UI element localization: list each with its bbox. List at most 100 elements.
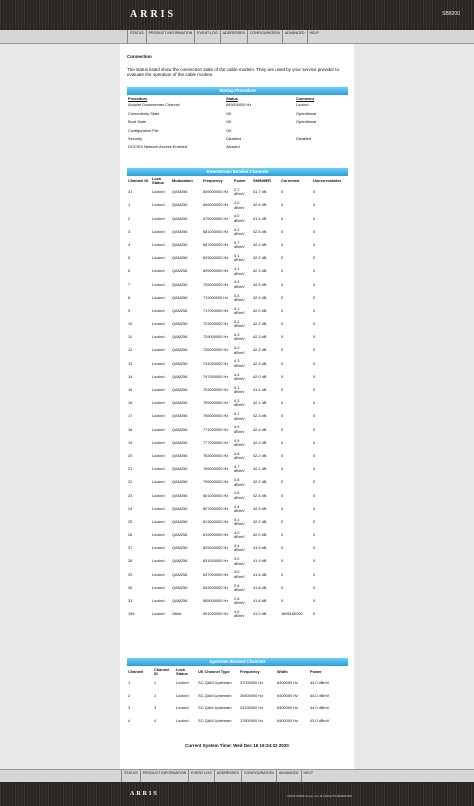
- table-cell: Security: [128, 135, 143, 141]
- table-row: 28 Locked QAM256 831000000 Hz 3.0 dBmV 41.9 d…: [127, 555, 348, 568]
- column-header: Channel: [128, 669, 144, 675]
- table-cell: 4.4 dBmV: [234, 292, 245, 302]
- table-cell: 0: [281, 387, 284, 393]
- table-row: Connectivity State OK Operational: [127, 110, 348, 118]
- table-cell: 4.3 dBmV: [234, 398, 245, 408]
- table-cell: 843000000 Hz: [203, 584, 229, 590]
- table-cell: 0: [313, 334, 316, 340]
- table-cell: Locked: [176, 717, 189, 723]
- table-row: 31 Locked QAM256 849000000 Hz 2.7 dBmV 41.7 d…: [127, 186, 348, 199]
- nav-link-configuration[interactable]: CONFIGURATION: [246, 30, 282, 44]
- table-cell: 4.8 dBmV: [234, 490, 245, 500]
- table-cell: DOCSIS Network Access Enabled: [128, 144, 188, 150]
- table-cell: 0: [281, 360, 284, 366]
- table-cell: 855000000 Hz: [203, 598, 229, 604]
- table-row: 8 Locked QAM256 711000000 Hz 4.4 dBmV 42.4 dB…: [127, 291, 348, 304]
- column-header: Lock Status: [152, 176, 164, 186]
- table-cell: 849000000 Hz: [226, 102, 252, 108]
- table-cell: 6400000 Hz: [277, 717, 298, 723]
- table-cell: 21: [128, 466, 133, 472]
- table-cell: QAM256: [172, 584, 188, 590]
- table-cell: 0: [281, 373, 284, 379]
- nav-link-advanced[interactable]: ADVANCED: [281, 30, 307, 44]
- table-cell: 42.3 dB: [253, 268, 267, 274]
- table-cell: 681000000 Hz: [203, 228, 229, 234]
- table-cell: 17800000 Hz: [240, 717, 264, 723]
- table-cell: QAM256: [172, 255, 188, 261]
- table-cell: Locked: [152, 307, 165, 313]
- table-row: 3 3 Locked SC-QAM Upstream 24200000 Hz 640000…: [127, 702, 348, 715]
- table-cell: 9: [128, 307, 131, 313]
- table-row: Security Disabled Disabled: [127, 135, 348, 143]
- table-cell: Locked: [152, 466, 165, 472]
- table-cell: 6400000 Hz: [277, 692, 298, 698]
- table-row: 33 Locked QAM256 855000000 Hz 2.8 dBmV 41.8 d…: [127, 595, 348, 608]
- table-cell: 4.0 dBmV: [234, 529, 245, 540]
- table-cell: 4.1 dBmV: [234, 305, 245, 316]
- table-cell: SC-QAM Upstream: [198, 679, 232, 685]
- table-cell: QAM256: [172, 532, 188, 538]
- table-cell: Acquire Downstream Channel: [128, 102, 180, 108]
- table-cell: 14: [128, 373, 133, 379]
- table-row: 6 Locked QAM256 699000000 Hz 4.1 dBmV 42.3 dB…: [127, 265, 348, 278]
- table-cell: Locked: [152, 255, 165, 261]
- table-cell: 0: [281, 466, 284, 472]
- column-header: Uncorrectables: [313, 178, 342, 184]
- table-row: 9 Locked QAM256 717000000 Hz 4.1 dBmV 42.0 dB…: [127, 305, 348, 318]
- table-cell: 42.2 dB: [253, 452, 267, 458]
- nav-link-addresses[interactable]: ADDRESSES: [219, 30, 247, 44]
- table-cell: 4.7 dBmV: [234, 463, 245, 474]
- table-cell: 2.7 dBmV: [234, 187, 245, 197]
- table-cell: 2: [128, 692, 131, 698]
- table-cell: 10: [128, 321, 133, 327]
- table-cell: 1806160200: [281, 611, 303, 617]
- nav-link-event-log[interactable]: EVENT LOG: [194, 30, 220, 44]
- table-cell: Locked: [152, 294, 165, 300]
- table-cell: Locked: [152, 228, 165, 234]
- table-cell: 41.9 dB: [253, 545, 267, 551]
- table-cell: 0: [313, 452, 316, 458]
- table-cell: Operational: [296, 119, 317, 125]
- table-cell: Locked: [152, 334, 165, 340]
- table-cell: 0: [313, 347, 316, 353]
- nav-link-status[interactable]: STATUS: [127, 30, 146, 44]
- table-cell: 3.0 dBmV: [234, 569, 245, 579]
- table-cell: 0: [313, 189, 316, 195]
- table-cell: OK: [226, 119, 232, 125]
- table-cell: 0: [313, 360, 316, 366]
- table-cell: 2.8 dBmV: [234, 595, 245, 606]
- table-row: 30 Locked QAM256 843000000 Hz 2.6 dBmV 41.8 d…: [127, 581, 348, 594]
- column-header: Modulation: [172, 178, 193, 184]
- table-cell: QAM256: [172, 321, 188, 327]
- nav-link-help[interactable]: HELP: [306, 30, 321, 44]
- table-row: 22 Locked QAM256 795000000 Hz 4.8 dBmV 42.2 d…: [127, 476, 348, 489]
- table-row: 3 Locked QAM256 681000000 Hz 4.2 dBmV 42.5 dB…: [127, 225, 348, 238]
- table-cell: QAM256: [172, 373, 188, 379]
- table-cell: 0: [313, 532, 316, 538]
- table-cell: 0: [281, 202, 284, 208]
- table-cell: 0: [281, 584, 284, 590]
- column-header: Lock Status: [176, 667, 188, 677]
- table-cell: 0: [281, 255, 284, 261]
- table-cell: 0: [281, 228, 284, 234]
- column-header: Corrected: [281, 178, 300, 184]
- bottom-nav: STATUS PRODUCT INFORMATION EVENT LOG ADDRES…: [0, 769, 474, 784]
- page-title: Connection: [127, 54, 152, 59]
- table-cell: 717000000 Hz: [203, 307, 229, 313]
- table-cell: 4.2 dBmV: [234, 318, 245, 329]
- table-cell: QAM256: [172, 387, 188, 393]
- table-cell: 44.0 dBmV: [310, 705, 330, 711]
- table-cell: 819000000 Hz: [203, 532, 229, 538]
- table-cell: 41.4 dB: [253, 387, 267, 393]
- table-cell: 0: [313, 294, 316, 300]
- table-cell: 27: [128, 545, 133, 551]
- table-cell: 0: [281, 347, 284, 353]
- nav-link-product-information[interactable]: PRODUCT INFORMATION: [145, 30, 195, 44]
- table-row: 14 Locked QAM256 747000000 Hz 4.4 dBmV 42.0 d…: [127, 370, 348, 383]
- intro-text: The status listed show the connection st…: [127, 67, 340, 78]
- table-cell: 5: [313, 611, 316, 617]
- table-cell: 5: [128, 255, 131, 261]
- table-cell: 41.4 dB: [253, 215, 267, 221]
- table-cell: 0: [281, 294, 284, 300]
- table-cell: 4.2 dBmV: [234, 516, 245, 527]
